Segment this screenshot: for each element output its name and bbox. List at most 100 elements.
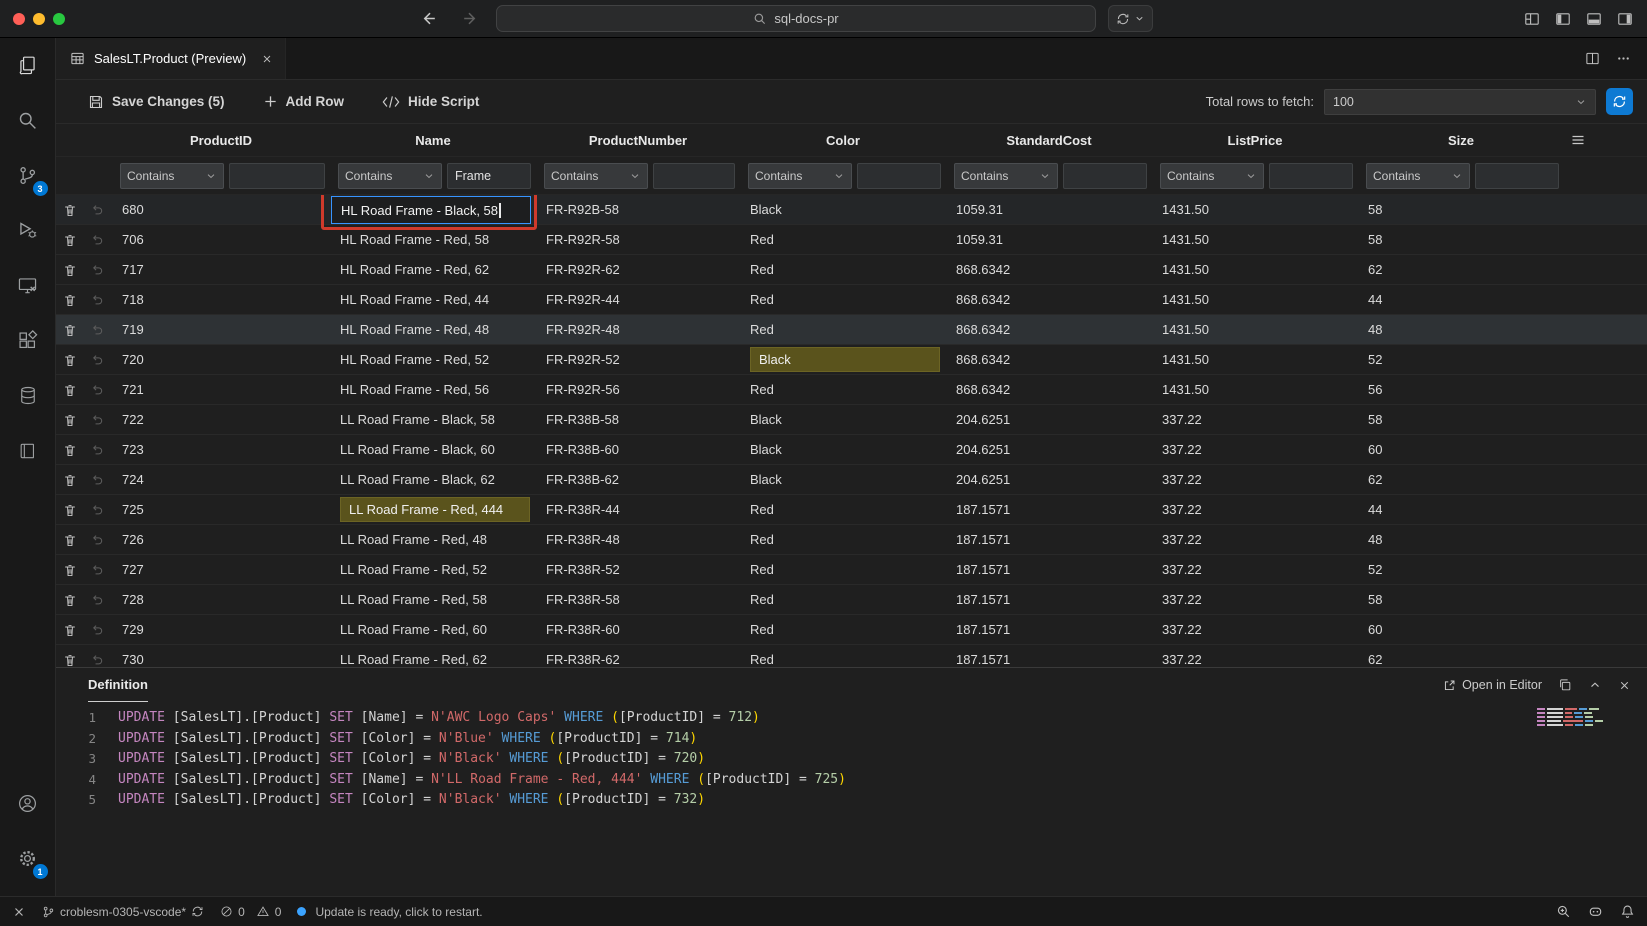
revert-row-button[interactable] xyxy=(84,345,112,375)
sidebar-item-remote-explorer[interactable] xyxy=(0,258,56,313)
delete-row-button[interactable] xyxy=(56,495,84,525)
table-cell[interactable]: Red xyxy=(740,285,946,315)
table-cell[interactable]: 1059.31 xyxy=(946,195,1152,225)
column-header[interactable]: Color xyxy=(740,133,946,148)
tab-saleslt-product[interactable]: SalesLT.Product (Preview) xyxy=(56,38,286,79)
table-cell[interactable]: 1431.50 xyxy=(1152,285,1358,315)
cell-editor-input[interactable]: HL Road Frame - Black, 58 xyxy=(331,196,531,224)
command-center-search[interactable]: sql-docs-pr xyxy=(496,5,1096,32)
revert-row-button[interactable] xyxy=(84,585,112,615)
column-menu-icon[interactable] xyxy=(1570,132,1586,148)
table-cell[interactable]: 204.6251 xyxy=(946,465,1152,495)
table-row[interactable]: 723LL Road Frame - Black, 60FR-R38B-60Bl… xyxy=(56,435,1647,465)
delete-row-button[interactable] xyxy=(56,435,84,465)
delete-row-button[interactable] xyxy=(56,195,84,225)
table-cell[interactable]: 723 xyxy=(112,435,330,465)
table-cell[interactable]: HL Road Frame - Red, 52 xyxy=(330,345,536,375)
table-cell[interactable]: LL Road Frame - Black, 60 xyxy=(330,435,536,465)
save-changes-button[interactable]: Save Changes (5) xyxy=(88,94,225,110)
table-cell-dirty[interactable]: Black xyxy=(740,345,946,375)
table-cell[interactable]: 1431.50 xyxy=(1152,315,1358,345)
table-cell[interactable]: 62 xyxy=(1358,645,1564,667)
back-icon[interactable] xyxy=(416,6,442,32)
table-cell[interactable]: Black xyxy=(740,405,946,435)
table-cell[interactable]: 719 xyxy=(112,315,330,345)
toggle-primary-sidebar-icon[interactable] xyxy=(1555,11,1571,27)
table-cell[interactable]: LL Road Frame - Red, 52 xyxy=(330,555,536,585)
table-row[interactable]: 728LL Road Frame - Red, 58FR-R38R-58Red1… xyxy=(56,585,1647,615)
table-cell[interactable]: 337.22 xyxy=(1152,645,1358,667)
table-row[interactable]: 721HL Road Frame - Red, 56FR-R92R-56Red8… xyxy=(56,375,1647,405)
table-cell[interactable]: 62 xyxy=(1358,255,1564,285)
revert-row-button[interactable] xyxy=(84,375,112,405)
table-cell[interactable]: 1059.31 xyxy=(946,225,1152,255)
table-cell[interactable]: 337.22 xyxy=(1152,555,1358,585)
revert-row-button[interactable] xyxy=(84,435,112,465)
filter-operator-select[interactable]: Contains xyxy=(544,163,648,189)
table-cell[interactable]: FR-R92R-52 xyxy=(536,345,740,375)
table-cell[interactable]: FR-R38B-62 xyxy=(536,465,740,495)
filter-value-input[interactable] xyxy=(229,163,325,189)
delete-row-button[interactable] xyxy=(56,645,84,667)
column-header[interactable]: ProductNumber xyxy=(536,133,740,148)
table-cell[interactable]: Black xyxy=(740,195,946,225)
table-cell[interactable]: 728 xyxy=(112,585,330,615)
table-cell[interactable]: 187.1571 xyxy=(946,495,1152,525)
table-cell[interactable]: Red xyxy=(740,225,946,255)
sidebar-item-database[interactable] xyxy=(0,368,56,423)
table-cell[interactable]: 44 xyxy=(1358,285,1564,315)
table-cell[interactable]: FR-R38R-48 xyxy=(536,525,740,555)
filter-value-input[interactable] xyxy=(1063,163,1147,189)
table-cell[interactable]: Red xyxy=(740,315,946,345)
delete-row-button[interactable] xyxy=(56,225,84,255)
delete-row-button[interactable] xyxy=(56,375,84,405)
close-window-button[interactable] xyxy=(13,13,25,25)
sql-code-editor[interactable]: 1UPDATE [SalesLT].[Product] SET [Name] =… xyxy=(56,702,1647,896)
table-cell[interactable]: 727 xyxy=(112,555,330,585)
table-cell[interactable]: LL Road Frame - Red, 60 xyxy=(330,615,536,645)
notifications-bell-icon[interactable] xyxy=(1620,904,1635,919)
column-header[interactable]: Size xyxy=(1358,133,1564,148)
table-cell[interactable]: FR-R38R-44 xyxy=(536,495,740,525)
toggle-panel-icon[interactable] xyxy=(1586,11,1602,27)
table-cell[interactable]: 187.1571 xyxy=(946,645,1152,667)
table-row[interactable]: 727LL Road Frame - Red, 52FR-R38R-52Red1… xyxy=(56,555,1647,585)
delete-row-button[interactable] xyxy=(56,255,84,285)
filter-operator-select[interactable]: Contains xyxy=(1160,163,1264,189)
table-cell[interactable]: 337.22 xyxy=(1152,495,1358,525)
table-cell[interactable]: 337.22 xyxy=(1152,585,1358,615)
revert-row-button[interactable] xyxy=(84,645,112,667)
table-cell[interactable]: 1431.50 xyxy=(1152,225,1358,255)
table-cell[interactable]: Red xyxy=(740,255,946,285)
sidebar-item-search[interactable] xyxy=(0,93,56,148)
table-cell[interactable]: FR-R92R-48 xyxy=(536,315,740,345)
table-cell-editing[interactable]: HL Road Frame - Black, 58 xyxy=(330,195,536,225)
sidebar-item-source-control[interactable]: 3 xyxy=(0,148,56,203)
column-header[interactable]: StandardCost xyxy=(946,133,1152,148)
table-cell[interactable]: 337.22 xyxy=(1152,405,1358,435)
table-cell[interactable]: 58 xyxy=(1358,195,1564,225)
copy-icon[interactable] xyxy=(1558,678,1572,692)
table-cell[interactable]: 868.6342 xyxy=(946,255,1152,285)
filter-value-input[interactable] xyxy=(857,163,941,189)
accounts-button[interactable] xyxy=(0,776,56,831)
delete-row-button[interactable] xyxy=(56,405,84,435)
table-cell[interactable]: 1431.50 xyxy=(1152,375,1358,405)
table-cell[interactable]: 868.6342 xyxy=(946,315,1152,345)
filter-operator-select[interactable]: Contains xyxy=(748,163,852,189)
sidebar-item-extensions[interactable] xyxy=(0,313,56,368)
filter-value-input[interactable] xyxy=(653,163,735,189)
table-cell[interactable]: 60 xyxy=(1358,615,1564,645)
minimize-window-button[interactable] xyxy=(33,13,45,25)
table-cell[interactable]: 62 xyxy=(1358,465,1564,495)
delete-row-button[interactable] xyxy=(56,345,84,375)
table-cell[interactable]: Red xyxy=(740,585,946,615)
table-cell[interactable]: 726 xyxy=(112,525,330,555)
table-row[interactable]: 726LL Road Frame - Red, 48FR-R38R-48Red1… xyxy=(56,525,1647,555)
table-cell-dirty[interactable]: LL Road Frame - Red, 444 xyxy=(330,495,536,525)
sidebar-item-explorer[interactable] xyxy=(0,38,56,93)
table-row[interactable]: 729LL Road Frame - Red, 60FR-R38R-60Red1… xyxy=(56,615,1647,645)
table-cell[interactable]: 337.22 xyxy=(1152,435,1358,465)
table-cell[interactable]: FR-R92R-44 xyxy=(536,285,740,315)
table-cell[interactable]: 204.6251 xyxy=(946,405,1152,435)
